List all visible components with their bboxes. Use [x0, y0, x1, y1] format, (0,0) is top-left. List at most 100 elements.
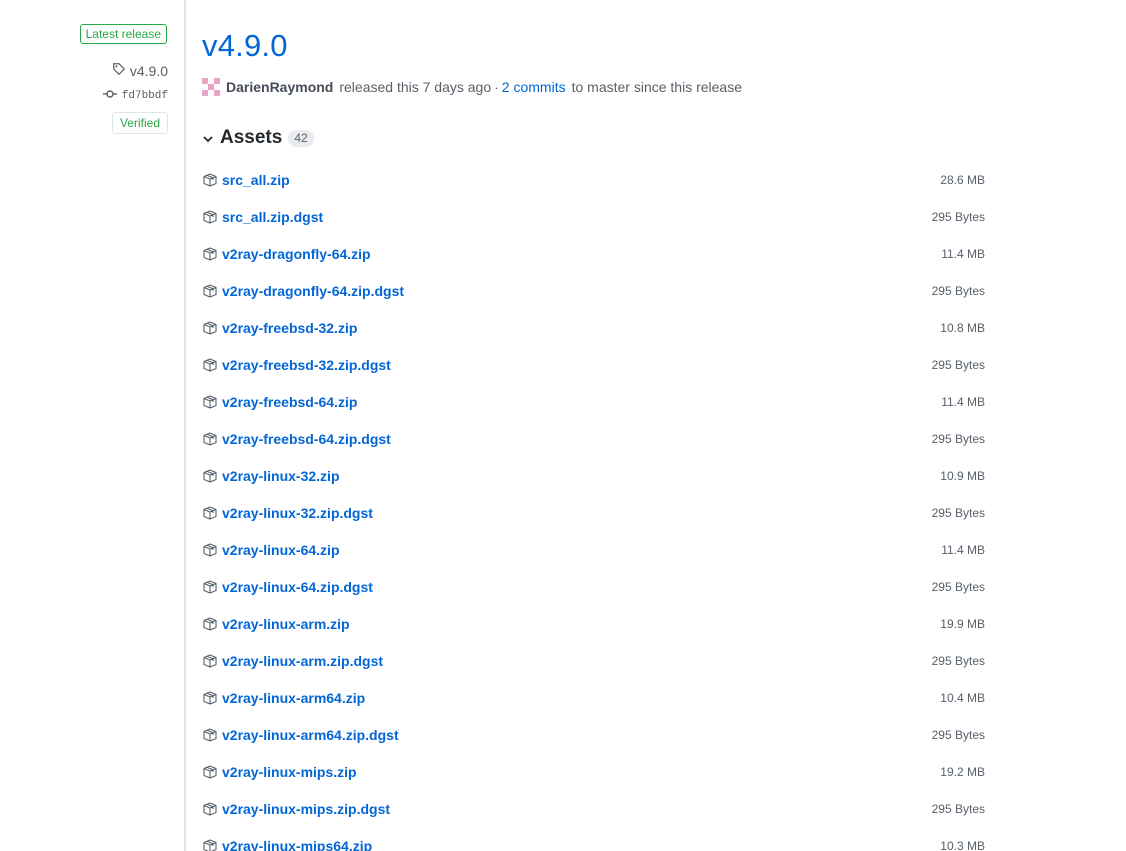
- asset-row: v2ray-freebsd-32.zip.dgst 295 Bytes: [202, 346, 985, 383]
- release-meta-column: Latest release v4.9.0 fd7bbdf Verified: [0, 0, 184, 851]
- asset-size: 295 Bytes: [931, 283, 985, 298]
- package-icon: [202, 579, 218, 595]
- asset-name: v2ray-freebsd-32.zip.dgst: [222, 356, 391, 373]
- asset-download-link[interactable]: v2ray-linux-mips64.zip: [202, 838, 372, 851]
- chevron-down-icon: [202, 132, 214, 144]
- asset-name: v2ray-linux-32.zip: [222, 467, 340, 484]
- assets-toggle[interactable]: Assets 42: [202, 127, 314, 149]
- asset-name: v2ray-freebsd-32.zip: [222, 319, 358, 336]
- asset-download-link[interactable]: v2ray-freebsd-64.zip: [202, 394, 357, 410]
- commit-link[interactable]: fd7bbdf: [102, 89, 168, 103]
- asset-download-link[interactable]: v2ray-linux-arm64.zip: [202, 690, 365, 706]
- tag-link[interactable]: v4.9.0: [112, 62, 168, 79]
- asset-row: v2ray-linux-64.zip 11.4 MB: [202, 531, 985, 568]
- package-icon: [202, 394, 218, 410]
- release-byline: DarienRaymond released this 7 days ago ·…: [202, 77, 742, 97]
- asset-row: v2ray-dragonfly-64.zip 11.4 MB: [202, 235, 985, 272]
- byline-separator: ·: [494, 79, 499, 95]
- asset-download-link[interactable]: v2ray-linux-32.zip: [202, 468, 340, 484]
- asset-name: v2ray-dragonfly-64.zip: [222, 245, 371, 262]
- commit-sha: fd7bbdf: [121, 90, 168, 102]
- asset-download-link[interactable]: v2ray-freebsd-64.zip.dgst: [202, 431, 391, 447]
- latest-release-badge: Latest release: [79, 24, 167, 44]
- asset-size: 295 Bytes: [931, 653, 985, 668]
- asset-download-link[interactable]: v2ray-linux-64.zip.dgst: [202, 579, 373, 595]
- asset-size: 19.2 MB: [940, 764, 985, 779]
- asset-size: 28.6 MB: [940, 172, 985, 187]
- asset-download-link[interactable]: v2ray-dragonfly-64.zip.dgst: [202, 283, 404, 299]
- package-icon: [202, 801, 218, 817]
- asset-size: 10.9 MB: [940, 468, 985, 483]
- asset-row: v2ray-linux-arm.zip 19.9 MB: [202, 605, 985, 642]
- asset-row: v2ray-linux-arm64.zip 10.4 MB: [202, 679, 985, 716]
- package-icon: [202, 431, 218, 447]
- asset-download-link[interactable]: v2ray-linux-arm.zip.dgst: [202, 653, 383, 669]
- asset-row: v2ray-linux-mips.zip.dgst 295 Bytes: [202, 790, 985, 827]
- asset-row: v2ray-freebsd-64.zip 11.4 MB: [202, 383, 985, 420]
- asset-name: v2ray-dragonfly-64.zip.dgst: [222, 282, 405, 299]
- package-icon: [202, 727, 218, 743]
- asset-download-link[interactable]: v2ray-linux-arm64.zip.dgst: [202, 727, 399, 743]
- asset-download-link[interactable]: v2ray-linux-mips.zip: [202, 764, 357, 780]
- asset-size: 295 Bytes: [931, 801, 985, 816]
- asset-row: src_all.zip 28.6 MB: [202, 161, 985, 198]
- asset-name: v2ray-freebsd-64.zip.dgst: [222, 430, 391, 447]
- asset-row: src_all.zip.dgst 295 Bytes: [202, 198, 985, 235]
- package-icon: [202, 653, 218, 669]
- assets-title: Assets: [220, 127, 283, 148]
- release-title[interactable]: v4.9.0: [202, 28, 288, 64]
- tag-icon: [112, 62, 126, 79]
- asset-row: v2ray-freebsd-32.zip 10.8 MB: [202, 309, 985, 346]
- asset-download-link[interactable]: v2ray-dragonfly-64.zip: [202, 246, 371, 262]
- asset-name: v2ray-linux-mips.zip: [222, 763, 357, 780]
- asset-name: v2ray-linux-mips64.zip: [222, 837, 373, 851]
- package-icon: [202, 838, 218, 851]
- asset-download-link[interactable]: v2ray-linux-arm.zip: [202, 616, 350, 632]
- asset-row: v2ray-linux-32.zip.dgst 295 Bytes: [202, 494, 985, 531]
- asset-size: 11.4 MB: [941, 394, 985, 409]
- asset-list: src_all.zip 28.6 MB src_all.zip.dgst 295…: [202, 161, 985, 851]
- commits-link[interactable]: 2 commits: [502, 79, 566, 95]
- asset-size: 295 Bytes: [931, 727, 985, 742]
- asset-size: 295 Bytes: [931, 357, 985, 372]
- package-icon: [202, 283, 218, 299]
- asset-name: v2ray-linux-64.zip.dgst: [222, 578, 373, 595]
- package-icon: [202, 616, 218, 632]
- asset-row: v2ray-freebsd-64.zip.dgst 295 Bytes: [202, 420, 985, 457]
- package-icon: [202, 505, 218, 521]
- package-icon: [202, 468, 218, 484]
- asset-name: v2ray-linux-arm.zip: [222, 615, 350, 632]
- timeline-divider: [184, 0, 186, 851]
- asset-size: 295 Bytes: [931, 579, 985, 594]
- asset-name: v2ray-linux-arm64.zip.dgst: [222, 726, 399, 743]
- asset-row: v2ray-linux-32.zip 10.9 MB: [202, 457, 985, 494]
- package-icon: [202, 320, 218, 336]
- asset-download-link[interactable]: src_all.zip.dgst: [202, 209, 323, 225]
- asset-name: src_all.zip.dgst: [222, 208, 324, 225]
- asset-size: 19.9 MB: [940, 616, 985, 631]
- asset-download-link[interactable]: v2ray-linux-64.zip: [202, 542, 340, 558]
- asset-size: 10.4 MB: [940, 690, 985, 705]
- asset-download-link[interactable]: v2ray-freebsd-32.zip: [202, 320, 357, 336]
- asset-download-link[interactable]: src_all.zip: [202, 172, 290, 188]
- avatar[interactable]: [202, 78, 220, 96]
- asset-download-link[interactable]: v2ray-linux-mips.zip.dgst: [202, 801, 390, 817]
- release-page: Latest release v4.9.0 fd7bbdf Verified v…: [0, 0, 1126, 851]
- package-icon: [202, 357, 218, 373]
- asset-size: 11.4 MB: [941, 542, 985, 557]
- asset-name: v2ray-freebsd-64.zip: [222, 393, 358, 410]
- commits-suffix: to master since this release: [571, 79, 742, 95]
- asset-name: v2ray-linux-arm64.zip: [222, 689, 366, 706]
- asset-row: v2ray-linux-arm64.zip.dgst 295 Bytes: [202, 716, 985, 753]
- asset-row: v2ray-linux-mips.zip 19.2 MB: [202, 753, 985, 790]
- asset-size: 10.8 MB: [940, 320, 985, 335]
- asset-name: v2ray-linux-mips.zip.dgst: [222, 800, 391, 817]
- asset-download-link[interactable]: v2ray-freebsd-32.zip.dgst: [202, 357, 391, 373]
- verified-badge[interactable]: Verified: [111, 112, 168, 134]
- asset-download-link[interactable]: v2ray-linux-32.zip.dgst: [202, 505, 373, 521]
- asset-name: src_all.zip: [222, 171, 290, 188]
- package-icon: [202, 209, 218, 225]
- released-text: released this 7 days ago: [339, 79, 492, 95]
- asset-size: 11.4 MB: [941, 246, 985, 261]
- author-link[interactable]: DarienRaymond: [226, 79, 333, 95]
